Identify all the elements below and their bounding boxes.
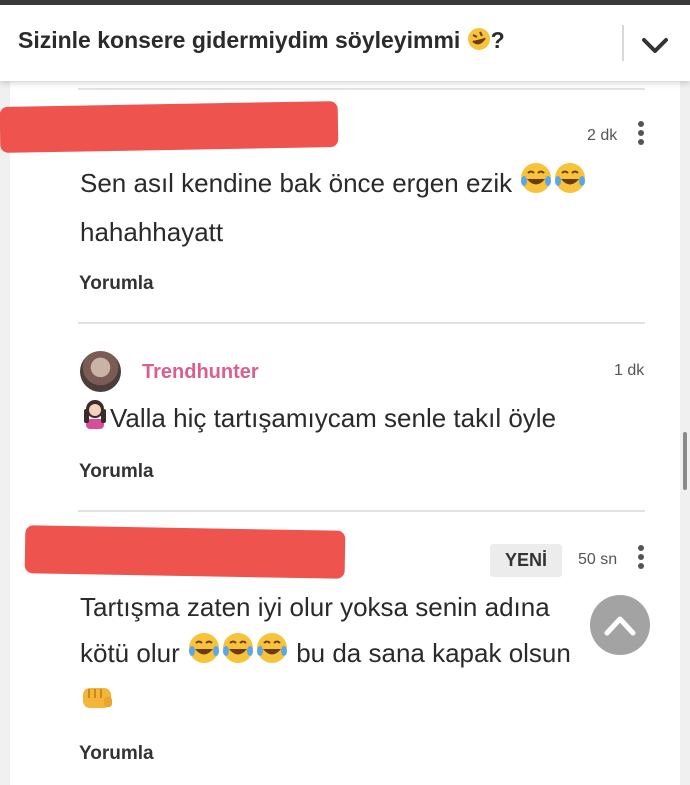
scrollbar-thumb[interactable] [683, 432, 687, 490]
comment-time: 1 dk [614, 362, 645, 379]
comment-text: Tartışma zaten iyi olur yoksa senin adın… [80, 584, 620, 727]
comment-time: 2 dk [587, 127, 618, 144]
comment-text: Valla hiç tartışamıycam senle takıl öyle [80, 395, 640, 443]
rolling-on-floor-laughing-emoji-icon [467, 27, 491, 57]
divider [78, 88, 645, 90]
tears-of-joy-emoji-icon [255, 631, 289, 679]
header-divider [622, 25, 624, 61]
divider [78, 510, 645, 512]
divider [78, 322, 645, 324]
left-gutter [0, 81, 10, 785]
new-badge: YENİ [490, 544, 562, 577]
reply-button[interactable]: Yorumla [79, 273, 154, 295]
tears-of-joy-emoji-icon [553, 161, 587, 209]
reply-button[interactable]: Yorumla [79, 743, 154, 765]
tears-of-joy-emoji-icon [519, 161, 553, 209]
chevron-up-icon [604, 616, 636, 636]
more-options-icon[interactable] [636, 545, 646, 575]
tears-of-joy-emoji-icon [221, 631, 255, 679]
comment-time: 50 sn [578, 551, 618, 568]
chevron-down-icon[interactable] [636, 29, 674, 63]
page-title: Sizinle konsere gidermiydim söyleyimmi ? [18, 27, 505, 57]
redacted-username [24, 525, 346, 579]
comment-text: Sen asıl kendine bak önce ergen ezik hah… [80, 160, 640, 255]
tears-of-joy-emoji-icon [187, 631, 221, 679]
oncoming-fist-emoji-icon [80, 681, 114, 727]
scroll-to-top-button[interactable] [590, 595, 650, 655]
reply-button[interactable]: Yorumla [79, 461, 154, 483]
avatar[interactable] [80, 351, 121, 392]
username[interactable]: Trendhunter [142, 361, 259, 384]
woman-tipping-hand-emoji-icon [80, 397, 110, 443]
more-options-icon[interactable] [636, 121, 646, 151]
redacted-username [0, 101, 339, 153]
question-header: Sizinle konsere gidermiydim söyleyimmi ? [0, 5, 690, 81]
